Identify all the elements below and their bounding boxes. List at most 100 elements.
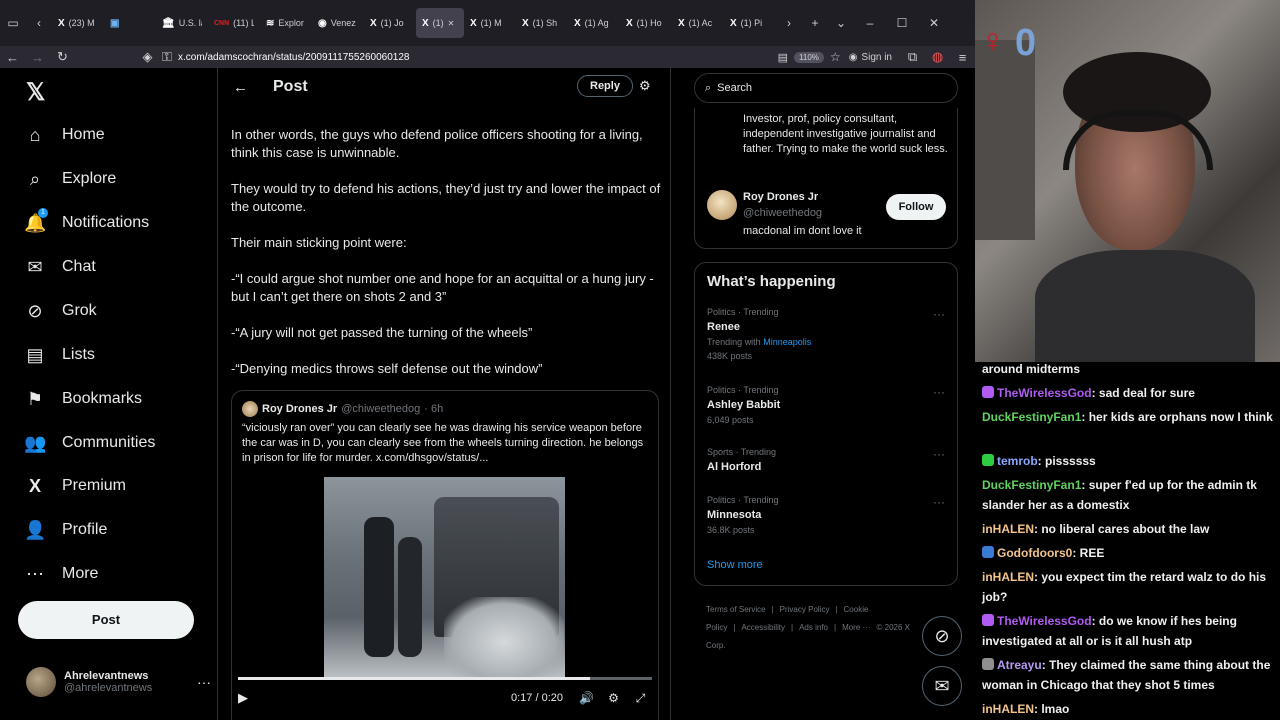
browser-tab[interactable]: X (23) M bbox=[52, 8, 104, 38]
close-window-icon[interactable]: ✕ bbox=[918, 16, 950, 30]
chat-username[interactable]: Godofdoors0 bbox=[997, 546, 1072, 560]
nav-item-lists[interactable]: ▤ Lists bbox=[24, 342, 94, 368]
trend-more-icon[interactable]: ··· bbox=[933, 307, 945, 321]
chat-username[interactable]: TheWirelessGod bbox=[997, 386, 1092, 400]
trend-name: Renee bbox=[707, 321, 741, 333]
quoted-post[interactable]: Roy Drones Jr @chiweethedog · 6h “viciou… bbox=[231, 390, 659, 720]
volume-icon[interactable]: 🔊 bbox=[573, 691, 600, 705]
trend-item[interactable]: Politics · Trending Renee Trending with Mi… bbox=[707, 307, 949, 361]
nav-item-communities[interactable]: 👥 Communities bbox=[24, 430, 155, 456]
trend-item[interactable]: Sports · Trending Al Horford ··· bbox=[707, 447, 949, 473]
lock-icon: ⚿ bbox=[162, 49, 172, 64]
browser-tab[interactable]: ▣ bbox=[104, 8, 156, 38]
nav-item-bookmarks[interactable]: ⚑ Bookmarks bbox=[24, 386, 142, 412]
video-progress-bar[interactable] bbox=[238, 677, 652, 680]
footer-link[interactable]: More ··· bbox=[842, 623, 870, 632]
browser-tab[interactable]: ◉ Venez bbox=[312, 8, 364, 38]
close-tab-icon[interactable]: ✕ bbox=[448, 19, 455, 28]
avatar[interactable] bbox=[707, 190, 737, 220]
bookmark-star-icon[interactable]: ☆ bbox=[830, 50, 841, 64]
trend-more-icon[interactable]: ··· bbox=[933, 385, 945, 399]
nav-item-home[interactable]: ⌂ Home bbox=[24, 122, 105, 148]
browser-tab[interactable]: X (1) Sh bbox=[516, 8, 568, 38]
shield-icon[interactable]: ◈ bbox=[135, 49, 160, 65]
more-dots-icon[interactable]: ··· bbox=[197, 674, 211, 690]
trend-more-icon[interactable]: ··· bbox=[933, 495, 945, 509]
chat-username[interactable]: temrob bbox=[997, 454, 1038, 468]
trend-more-icon[interactable]: ··· bbox=[933, 447, 945, 461]
quoted-author-name[interactable]: Roy Drones Jr bbox=[262, 403, 337, 415]
chat-username[interactable]: inHALEN bbox=[982, 570, 1034, 584]
scroll-right-icon[interactable]: › bbox=[776, 16, 802, 30]
trend-item[interactable]: Politics · Trending Ashley Babbit 6,049 po… bbox=[707, 385, 949, 425]
back-arrow-icon[interactable]: ← bbox=[233, 79, 253, 96]
play-icon[interactable]: ▶ bbox=[238, 690, 258, 706]
chat-username[interactable]: DuckFestinyFan1 bbox=[982, 478, 1081, 492]
nav-item-grok[interactable]: ⊘ Grok bbox=[24, 298, 96, 324]
chat-username[interactable]: Atreayu bbox=[997, 658, 1042, 672]
neon-sign: ♀ bbox=[980, 22, 1006, 60]
browser-tab[interactable]: X (1) ✕ bbox=[416, 8, 464, 38]
chat-badge-icon bbox=[982, 658, 994, 670]
nav-item-notifications[interactable]: 🔔 Notifications 1 bbox=[24, 208, 149, 236]
x-logo-icon[interactable]: 𝕏 bbox=[26, 78, 45, 107]
browser-tab[interactable]: 🏛U.S. la bbox=[156, 8, 208, 38]
post-button[interactable]: Post bbox=[18, 601, 194, 639]
scroll-left-icon[interactable]: ‹ bbox=[26, 16, 52, 30]
chat-username[interactable]: DuckFestinyFan1 bbox=[982, 410, 1081, 424]
browser-tab[interactable]: X (1) Pi bbox=[724, 8, 776, 38]
footer-link[interactable]: Ads info bbox=[799, 623, 828, 632]
browser-tab[interactable]: CNN(11) Li bbox=[208, 8, 260, 38]
browser-tab[interactable]: X (1) Ag bbox=[568, 8, 620, 38]
nav-item-explore[interactable]: ⌕ Explore bbox=[24, 166, 116, 192]
chat-username[interactable]: inHALEN bbox=[982, 702, 1034, 716]
browser-tab[interactable]: X (1) Ac bbox=[672, 8, 724, 38]
tab-favicon-icon: 🏛 bbox=[162, 17, 175, 29]
back-icon[interactable]: ← bbox=[0, 50, 25, 65]
nav-item-profile[interactable]: 👤 Profile bbox=[24, 517, 107, 543]
sign-in-button[interactable]: ◉ Sign in bbox=[849, 52, 892, 63]
gear-icon[interactable]: ⚙ bbox=[600, 691, 627, 705]
video-player[interactable] bbox=[324, 477, 565, 677]
browser-tab[interactable]: ≋ Explor bbox=[260, 8, 312, 38]
footer-link[interactable]: Privacy Policy bbox=[780, 605, 830, 614]
webcam-feed: ♀ 0 bbox=[975, 0, 1280, 362]
extensions-icon[interactable]: ⧉ bbox=[900, 49, 925, 65]
nav-item-chat[interactable]: ✉ Chat bbox=[24, 254, 95, 280]
minimize-icon[interactable]: – bbox=[854, 16, 886, 30]
url-bar[interactable]: x.com/adamscochran/status/20091117552600… bbox=[178, 52, 778, 63]
grok-fab-icon[interactable]: ⊘ bbox=[922, 616, 962, 656]
follow-button[interactable]: Follow bbox=[886, 194, 946, 220]
browser-tab[interactable]: X (1) Ho bbox=[620, 8, 672, 38]
nav-item-premium[interactable]: X Premium bbox=[24, 473, 126, 499]
footer-link[interactable]: Terms of Service bbox=[706, 605, 766, 614]
reply-button[interactable]: Reply bbox=[577, 75, 633, 97]
chevron-down-icon[interactable]: ⌄ bbox=[828, 16, 854, 30]
new-tab-icon[interactable]: + bbox=[802, 16, 828, 30]
browser-tab[interactable]: X (1) M bbox=[464, 8, 516, 38]
account-switcher[interactable]: Ahrelevantnews @ahrelevantnews ··· bbox=[26, 667, 211, 697]
chat-username[interactable]: TheWirelessGod bbox=[997, 614, 1092, 628]
trend-item[interactable]: Politics · Trending Minnesota 36.8K posts ·… bbox=[707, 495, 949, 535]
messages-fab-icon[interactable]: ✉ bbox=[922, 666, 962, 706]
trend-context-link[interactable]: Minneapolis bbox=[763, 337, 811, 347]
fullscreen-icon[interactable]: ⤢ bbox=[627, 691, 654, 706]
show-more-link[interactable]: Show more bbox=[707, 559, 763, 571]
suggested-user-name[interactable]: Roy Drones Jr bbox=[743, 191, 818, 203]
maximize-icon[interactable]: ☐ bbox=[886, 16, 918, 30]
tab-list-icon[interactable]: ▭ bbox=[0, 16, 26, 30]
browser-tab[interactable]: X (1) Jo bbox=[364, 8, 416, 38]
zoom-level[interactable]: 110% bbox=[794, 51, 824, 63]
video-officer bbox=[398, 537, 422, 657]
reader-view-icon[interactable]: ▤ bbox=[778, 51, 788, 64]
menu-icon[interactable]: ≡ bbox=[950, 50, 975, 65]
settings-sliders-icon[interactable]: ⚙ bbox=[639, 78, 651, 94]
footer-link[interactable]: Accessibility bbox=[741, 623, 785, 632]
forward-icon[interactable]: → bbox=[25, 50, 50, 65]
chat-username[interactable]: inHALEN bbox=[982, 522, 1034, 536]
nav-item-more[interactable]: ⋯ More bbox=[24, 561, 98, 587]
search-input[interactable]: ⌕ Search bbox=[694, 73, 958, 103]
addon-icon[interactable]: ◍ bbox=[925, 49, 950, 65]
nav-item-label: Profile bbox=[62, 521, 108, 538]
reload-icon[interactable]: ↻ bbox=[50, 49, 75, 65]
